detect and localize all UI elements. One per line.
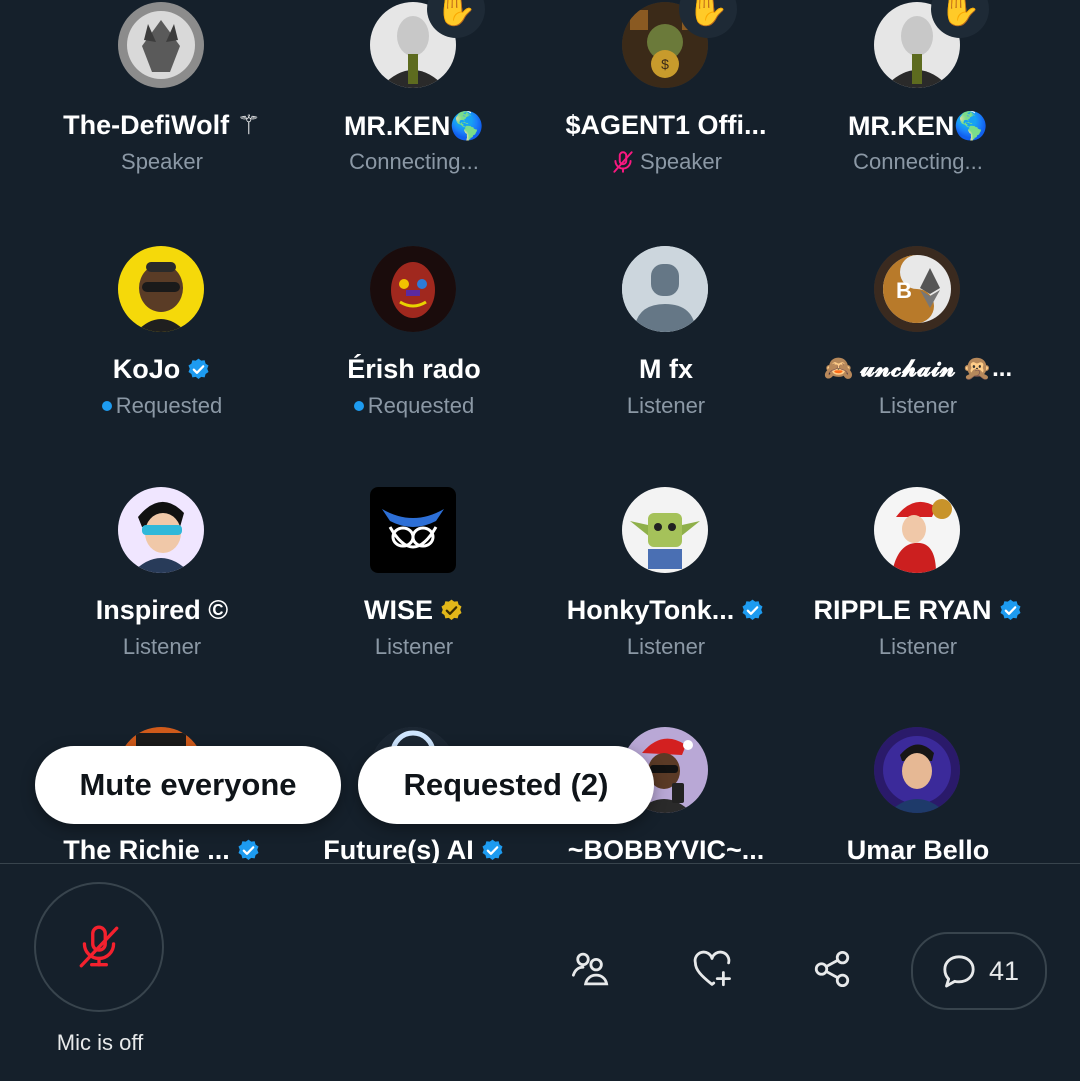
participant-role: Requested xyxy=(27,393,297,419)
participant-name: MR.KEN🌎 xyxy=(847,111,989,141)
participant-name: Future(s) AI xyxy=(279,835,549,865)
svg-text:B: B xyxy=(896,278,912,303)
participant-card[interactable]: Umar Bello xyxy=(783,725,1053,865)
participant-name: ~BOBBYVIC~... xyxy=(567,835,765,865)
avatar xyxy=(622,246,708,332)
avatar xyxy=(118,246,204,332)
verified-badge-icon xyxy=(742,599,763,620)
participant-card[interactable]: RIPPLE RYAN Listener xyxy=(783,485,1053,725)
requested-dot xyxy=(101,401,112,411)
participant-role: Listener xyxy=(626,393,706,418)
add-favorite-button[interactable] xyxy=(689,946,735,992)
avatar xyxy=(370,487,456,573)
participant-name: Umar Bello xyxy=(846,835,990,865)
avatar xyxy=(874,487,960,573)
requested-button[interactable]: Requested (2) xyxy=(358,746,654,824)
participant-card[interactable]: Inspired © Listener xyxy=(27,485,297,725)
participant-name: KoJo xyxy=(27,354,297,385)
participant-name: HonkyTonk... xyxy=(531,595,801,626)
default-avatar-icon xyxy=(622,246,708,332)
participant-name: 🙈 𝓾𝓷𝓬𝓱𝓪𝓲𝓷 🙊... xyxy=(823,355,1013,382)
participant-role: Speaker xyxy=(531,149,801,175)
verified-badge-icon xyxy=(482,839,503,860)
verified-badge-icon xyxy=(188,358,209,379)
participant-card[interactable]: ✋ MR.KEN🌎 Connecting... xyxy=(279,0,549,240)
participant-name: M fx xyxy=(639,354,693,384)
participant-card[interactable]: M fx Listener xyxy=(531,244,801,484)
participant-role: Requested xyxy=(279,393,549,419)
participant-card[interactable]: The-DefiWolf ⚚ Speaker xyxy=(27,0,297,240)
avatar: B xyxy=(874,246,960,332)
participant-card[interactable]: Érish rado Requested xyxy=(279,244,549,484)
mic-off-icon xyxy=(79,925,119,968)
verified-badge-icon xyxy=(1000,599,1021,620)
mute-everyone-button[interactable]: Mute everyone xyxy=(35,746,341,824)
participant-role: Listener xyxy=(878,634,958,659)
verified-badge-gold-icon xyxy=(441,599,462,620)
participant-name: MR.KEN🌎 xyxy=(343,111,485,141)
participant-name: $AGENT1 Offi... xyxy=(565,110,767,140)
participant-role: Speaker xyxy=(121,149,203,174)
mic-muted-icon xyxy=(613,151,633,173)
avatar xyxy=(118,487,204,573)
participant-grid: The-DefiWolf ⚚ Speaker ✋ MR.KEN🌎 Connect… xyxy=(0,0,1080,865)
avatar xyxy=(622,487,708,573)
comment-bubble-icon xyxy=(943,955,975,988)
participant-card[interactable]: $ ✋ $AGENT1 Offi... Speaker xyxy=(531,0,801,240)
share-icon xyxy=(814,950,850,988)
avatar xyxy=(874,727,960,813)
mic-toggle-button[interactable] xyxy=(34,882,164,1012)
participants-button[interactable] xyxy=(567,946,613,992)
participant-role: Listener xyxy=(626,634,706,659)
participant-card[interactable]: HonkyTonk... Listener xyxy=(531,485,801,725)
participant-name: The-DefiWolf ⚚ xyxy=(63,110,261,140)
participant-name: Érish rado xyxy=(347,354,481,384)
participant-card[interactable]: B 🙈 𝓾𝓷𝓬𝓱𝓪𝓲𝓷 🙊... Listener xyxy=(783,244,1053,484)
participant-role: Listener xyxy=(122,634,202,659)
participant-role: Connecting... xyxy=(853,149,983,174)
share-button[interactable] xyxy=(809,946,855,992)
participant-role: Listener xyxy=(374,634,454,659)
comment-count: 41 xyxy=(988,955,1020,986)
comments-button[interactable]: 41 xyxy=(911,932,1047,1010)
participant-name: WISE xyxy=(279,595,549,626)
participant-name: Inspired © xyxy=(95,595,229,625)
people-icon xyxy=(571,952,609,986)
svg-text:$: $ xyxy=(661,56,669,72)
participant-name: The Richie ... xyxy=(27,835,297,865)
avatar xyxy=(118,2,204,88)
avatar xyxy=(370,246,456,332)
participant-name: RIPPLE RYAN xyxy=(783,595,1053,626)
bottom-control-bar: Mic is off 41 xyxy=(0,863,1080,1081)
participant-card[interactable]: ✋ MR.KEN🌎 Connecting... xyxy=(783,0,1053,240)
verified-badge-icon xyxy=(238,839,259,860)
mic-status-label: Mic is off xyxy=(56,1030,144,1055)
participant-role: Listener xyxy=(878,393,958,418)
participant-card[interactable]: KoJo Requested xyxy=(27,244,297,484)
participant-card[interactable]: WISE Listener xyxy=(279,485,549,725)
heart-plus-icon xyxy=(693,950,731,987)
requested-dot xyxy=(353,401,364,411)
participant-role: Connecting... xyxy=(349,149,479,174)
